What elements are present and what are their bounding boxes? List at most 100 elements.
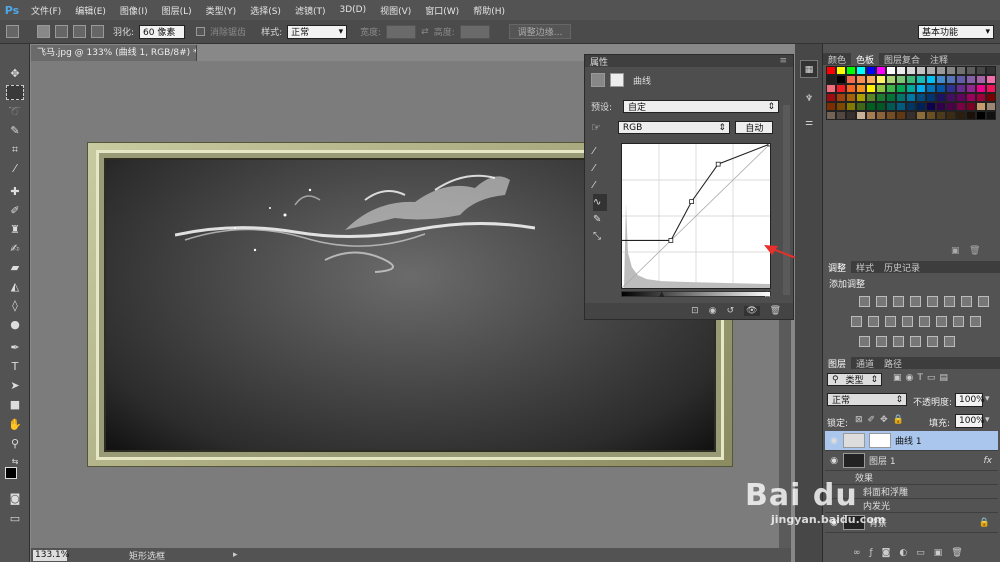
- auto-button[interactable]: 自动: [734, 121, 773, 134]
- visibility-eye-icon[interactable]: 👁: [744, 306, 760, 316]
- swatch-cell[interactable]: [876, 75, 886, 84]
- swatch-cell[interactable]: [926, 66, 936, 75]
- black-slider-icon[interactable]: ▲: [659, 290, 664, 298]
- swatch-cell[interactable]: [876, 66, 886, 75]
- layers-footer-icons[interactable]: ∞ƒ◙◐▭▣🗑: [853, 548, 998, 558]
- zoom-tool-icon[interactable]: ⚲: [6, 436, 24, 451]
- swatch-cell[interactable]: [976, 102, 986, 111]
- tab-color[interactable]: 颜色: [823, 53, 851, 66]
- document-tab[interactable]: 飞马.jpg @ 133% (曲线 1, RGB/8#) * ×: [31, 45, 197, 61]
- swatch-cell[interactable]: [826, 111, 836, 120]
- swatch-cell[interactable]: [846, 84, 856, 93]
- hue-saturation-icon[interactable]: [944, 296, 955, 307]
- crop-tool-icon[interactable]: ⌗: [6, 142, 24, 157]
- swatch-cell[interactable]: [906, 75, 916, 84]
- menu-view[interactable]: 视图(V): [373, 4, 418, 17]
- tab-layer-comps[interactable]: 图层复合: [879, 53, 925, 66]
- swatch-cell[interactable]: [836, 66, 846, 75]
- subtract-selection-button[interactable]: [73, 25, 86, 38]
- panel-menu-icon[interactable]: ≡: [779, 56, 787, 66]
- swatch-cell[interactable]: [976, 66, 986, 75]
- swatch-cell[interactable]: [936, 84, 946, 93]
- curve-control-point[interactable]: [689, 199, 694, 204]
- brightness-icon[interactable]: [859, 296, 870, 307]
- swatch-cell[interactable]: [916, 102, 926, 111]
- exposure-icon[interactable]: [910, 296, 921, 307]
- invert-icon[interactable]: [902, 316, 913, 327]
- swatch-cell[interactable]: [846, 93, 856, 102]
- menu-filter[interactable]: 滤镜(T): [288, 4, 333, 17]
- layer-row-layer1[interactable]: ◉ 图层 1 fx: [825, 451, 998, 471]
- swatch-cell[interactable]: [956, 75, 966, 84]
- swatch-cell[interactable]: [976, 111, 986, 120]
- feather-input[interactable]: 60 像素: [139, 24, 186, 39]
- swatch-cell[interactable]: [906, 84, 916, 93]
- swatch-cell[interactable]: [886, 102, 896, 111]
- swatch-cell[interactable]: [906, 111, 916, 120]
- swatch-cell[interactable]: [856, 66, 866, 75]
- swatch-cell[interactable]: [926, 84, 936, 93]
- menu-edit[interactable]: 编辑(E): [68, 4, 113, 17]
- swatch-cell[interactable]: [896, 75, 906, 84]
- swatch-cell[interactable]: [826, 84, 836, 93]
- intersect-selection-button[interactable]: [91, 25, 104, 38]
- curves-icon[interactable]: [893, 296, 904, 307]
- swatch-cell[interactable]: [916, 93, 926, 102]
- menu-window[interactable]: 窗口(W): [418, 4, 466, 17]
- reset-icon[interactable]: ↺: [727, 306, 735, 316]
- swatch-cell[interactable]: [956, 66, 966, 75]
- menu-select[interactable]: 选择(S): [243, 4, 288, 17]
- brush-panel-icon[interactable]: ♆: [800, 90, 818, 108]
- swatch-cell[interactable]: [936, 75, 946, 84]
- swatch-cell[interactable]: [866, 75, 876, 84]
- eraser-tool-icon[interactable]: ▰: [6, 260, 24, 275]
- swatch-cell[interactable]: [986, 111, 996, 120]
- swatch-cell[interactable]: [846, 75, 856, 84]
- new-swatch-icon[interactable]: ▣: [951, 246, 960, 256]
- swatch-cell[interactable]: [896, 102, 906, 111]
- swatch-cell[interactable]: [856, 84, 866, 93]
- color-lookup-icon[interactable]: [885, 316, 896, 327]
- channel-select[interactable]: RGB ⇕: [617, 121, 730, 134]
- swatch-cell[interactable]: [836, 102, 846, 111]
- swatch-cell[interactable]: [866, 93, 876, 102]
- path-select-tool-icon[interactable]: ➤: [6, 378, 24, 393]
- swatch-cell[interactable]: [876, 102, 886, 111]
- swatch-cell[interactable]: [966, 102, 976, 111]
- tab-swatches[interactable]: 色板: [851, 52, 880, 66]
- delete-trash-icon[interactable]: 🗑: [770, 306, 781, 316]
- tab-styles[interactable]: 样式: [851, 261, 879, 274]
- swatch-cell[interactable]: [966, 66, 976, 75]
- swap-icon[interactable]: ⇄: [421, 27, 429, 37]
- swatch-cell[interactable]: [866, 84, 876, 93]
- curve-edit-points-icon[interactable]: ∿: [593, 194, 607, 211]
- height-input[interactable]: [459, 24, 490, 39]
- blur-tool-icon[interactable]: ◊: [6, 298, 24, 313]
- swatch-cell[interactable]: [886, 75, 896, 84]
- status-arrow-icon[interactable]: ▸: [233, 550, 238, 560]
- workspace-select[interactable]: 基本功能 ▾: [918, 24, 994, 39]
- swatch-cell[interactable]: [826, 66, 836, 75]
- swatch-cell[interactable]: [906, 66, 916, 75]
- view-previous-icon[interactable]: ◉: [709, 306, 717, 316]
- targeted-adjustment-hand-icon[interactable]: ☞: [591, 121, 601, 134]
- swatch-cell[interactable]: [946, 111, 956, 120]
- history-brush-tool-icon[interactable]: ✍: [6, 241, 24, 256]
- menu-3d[interactable]: 3D(D): [332, 5, 373, 15]
- swatch-cell[interactable]: [886, 111, 896, 120]
- healing-brush-tool-icon[interactable]: ✚: [6, 184, 24, 199]
- menu-type[interactable]: 类型(Y): [199, 4, 244, 17]
- swatch-cell[interactable]: [936, 102, 946, 111]
- swatch-cell[interactable]: [836, 75, 846, 84]
- layer-filter-icons[interactable]: ▣◉T▭▤: [893, 373, 993, 383]
- blend-mode-select[interactable]: 正常 ⇕: [827, 393, 907, 406]
- swatch-cell[interactable]: [866, 102, 876, 111]
- paint-bucket-tool-icon[interactable]: ◭: [6, 279, 24, 294]
- swatch-cell[interactable]: [946, 102, 956, 111]
- replace-color-icon[interactable]: [910, 336, 921, 347]
- swatch-cell[interactable]: [856, 93, 866, 102]
- desaturate-icon[interactable]: [944, 336, 955, 347]
- black-point-eyedropper-icon[interactable]: ⁄: [593, 143, 607, 160]
- black-white-icon[interactable]: [978, 296, 989, 307]
- antialias-checkbox[interactable]: [196, 27, 206, 36]
